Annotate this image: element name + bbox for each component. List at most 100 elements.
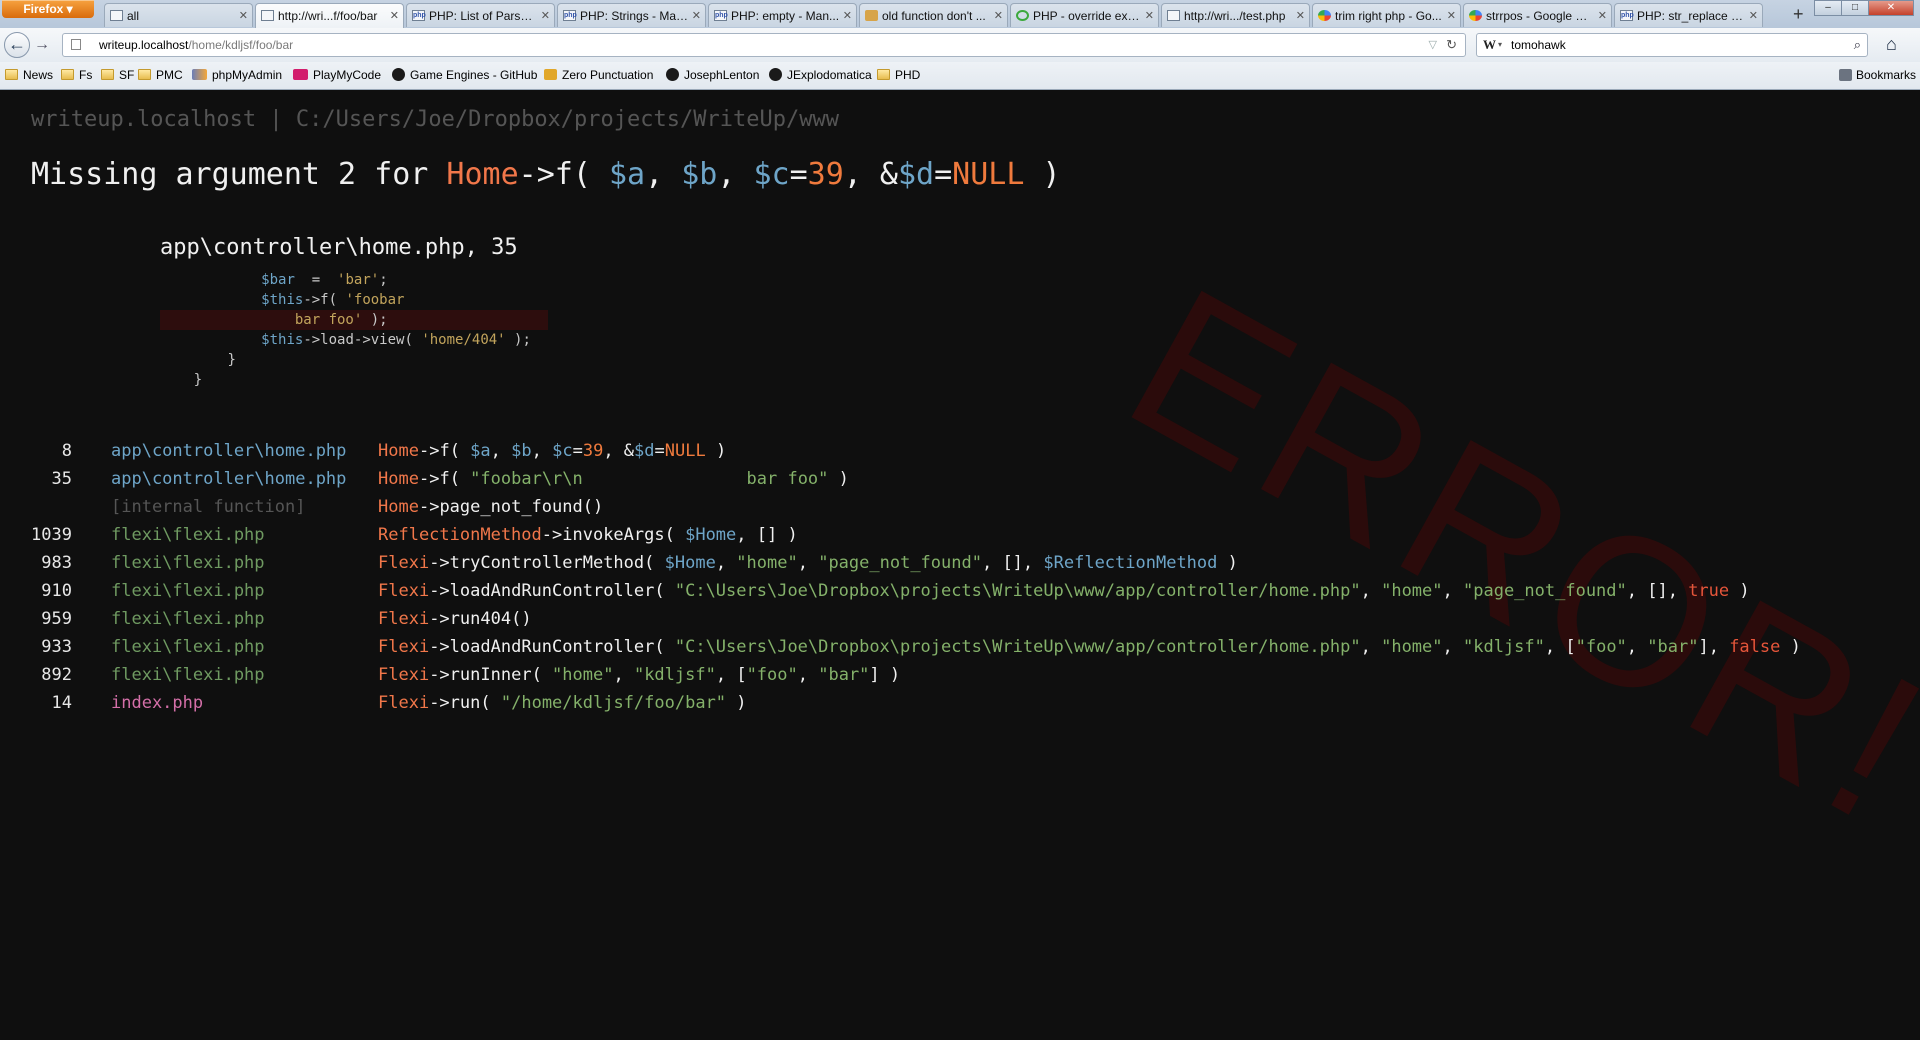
url-bar[interactable]: writeup.localhost/home/kdljsf/foo/bar ▽ … [62, 33, 1466, 57]
error-arg-d: $d [897, 157, 935, 192]
call-token: , [1360, 581, 1382, 601]
bookmark-item[interactable]: PHD [877, 62, 920, 89]
reload-icon[interactable]: ↻ [1446, 34, 1457, 56]
call-token: , [], [981, 553, 1044, 573]
maximize-button[interactable]: □ [1841, 0, 1869, 16]
search-engine-dropdown-icon[interactable]: ▾ [1498, 34, 1502, 56]
code-line: } [160, 370, 548, 390]
playmycode-icon [293, 69, 308, 81]
frame-file: flexi\flexi.php [111, 637, 265, 657]
bookmark-item[interactable]: PMC [138, 62, 183, 89]
close-tab-icon[interactable]: ✕ [1749, 4, 1758, 27]
call-token: () [582, 497, 604, 517]
browser-tab[interactable]: trim right php - Go... ✕ [1312, 3, 1461, 27]
bookmark-item[interactable]: SF [101, 62, 134, 89]
close-tab-icon[interactable]: ✕ [692, 4, 701, 27]
bookmark-item[interactable]: phpMyAdmin [192, 62, 282, 89]
browser-tab[interactable]: php PHP: List of Parser ... ✕ [406, 3, 555, 27]
stack-frame: [internal function] Home->page_not_found(… [0, 493, 1900, 521]
error-message: Missing argument 2 for Home->f( $a, $b, … [31, 157, 1061, 192]
close-tab-icon[interactable]: ✕ [390, 4, 399, 28]
url-path: /home/kdljsf/foo/bar [188, 38, 294, 52]
call-token: -> [418, 469, 440, 489]
browser-tab[interactable]: http://wri...f/foo/bar ✕ [255, 3, 404, 28]
tab-label: trim right php - Go... [1335, 9, 1442, 23]
frame-call: Home->f( "foobar\r\n bar foo" ) [378, 465, 849, 493]
code-token: bar foo' [294, 312, 363, 328]
call-token: -> [429, 609, 450, 629]
call-token: , [] ) [736, 525, 798, 545]
url-text[interactable]: writeup.localhost/home/kdljsf/foo/bar [99, 34, 293, 56]
close-tab-icon[interactable]: ✕ [1145, 4, 1154, 27]
dropdown-arrow-icon[interactable]: ▽ [1429, 34, 1437, 56]
browser-tab[interactable]: old function don't ... ✕ [859, 3, 1008, 27]
call-token: ) [828, 469, 849, 489]
call-token: run404 [449, 609, 512, 629]
call-token: "home" [736, 553, 798, 573]
error-page: ERROR! writeup.localhost | C:/Users/Joe/… [0, 90, 1920, 1040]
code-line: } [160, 350, 548, 370]
close-tab-icon[interactable]: ✕ [1447, 4, 1456, 27]
error-method: f [554, 157, 573, 192]
frame-file: flexi\flexi.php [111, 609, 265, 629]
call-token: ] ) [869, 665, 901, 685]
call-token: ) [1217, 553, 1238, 573]
frame-line-number: 910 [41, 581, 72, 601]
bookmark-item[interactable]: JExplodomatica [769, 62, 872, 89]
wikipedia-icon[interactable]: W [1483, 34, 1496, 56]
browser-tab[interactable]: PHP - override exis... ✕ [1010, 3, 1159, 27]
close-tab-icon[interactable]: ✕ [994, 4, 1003, 27]
php-icon: php [714, 10, 728, 21]
error-sep-2: , [717, 157, 754, 192]
forward-button[interactable]: → [34, 36, 50, 54]
close-tab-icon[interactable]: ✕ [1598, 4, 1607, 27]
back-button[interactable]: ← [4, 32, 30, 58]
close-tab-icon[interactable]: ✕ [239, 4, 248, 27]
close-tab-icon[interactable]: ✕ [843, 4, 852, 27]
frame-line-number: 35 [51, 469, 72, 489]
call-token: ) [726, 693, 747, 713]
bookmark-label: News [23, 68, 54, 82]
browser-tab[interactable]: php PHP: empty - Man... ✕ [708, 3, 857, 27]
bookmark-item[interactable]: JosephLenton [666, 62, 759, 89]
folder-icon [138, 69, 151, 81]
tab-label: all [127, 9, 140, 23]
browser-tab[interactable]: php PHP: str_replace - ... ✕ [1614, 3, 1763, 27]
browser-tab[interactable]: strrpos - Google Se... ✕ [1463, 3, 1612, 27]
bookmark-item[interactable]: Zero Punctuation [544, 62, 653, 89]
search-bar[interactable]: W ▾ tomohawk ⌕ [1476, 33, 1868, 57]
new-tab-button[interactable]: + [1793, 4, 1804, 24]
bookmarks-menu-label: Bookmarks [1855, 68, 1916, 82]
call-token: Flexi [378, 609, 430, 629]
browser-tab[interactable]: http://wri.../test.php ✕ [1161, 3, 1310, 27]
call-token: -> [418, 497, 440, 517]
site-identity-icon[interactable] [71, 39, 81, 50]
close-tab-icon[interactable]: ✕ [1296, 4, 1305, 27]
call-token: -> [429, 693, 450, 713]
search-input[interactable]: tomohawk [1511, 34, 1566, 56]
bookmark-item[interactable]: Game Engines - GitHub [392, 62, 537, 89]
minimize-button[interactable]: – [1814, 0, 1842, 16]
code-token: ->f( [303, 292, 346, 308]
close-tab-icon[interactable]: ✕ [541, 4, 550, 27]
call-token: invokeArgs [562, 525, 665, 545]
search-icon[interactable]: ⌕ [1854, 34, 1861, 56]
call-token: "page_not_found" [818, 553, 982, 573]
bookmark-item[interactable]: Fs [61, 62, 92, 89]
browser-tab[interactable]: php PHP: Strings - Man... ✕ [557, 3, 706, 27]
error-ampersand: & [879, 157, 898, 192]
close-window-button[interactable]: ✕ [1868, 0, 1914, 16]
bookmark-item[interactable]: PlayMyCode [293, 62, 381, 89]
home-icon[interactable]: ⌂ [1886, 34, 1897, 54]
tab-label: http://wri...f/foo/bar [278, 9, 378, 23]
firefox-menu-button[interactable]: Firefox ▾ [2, 0, 94, 18]
tab-label: old function don't ... [882, 9, 986, 23]
bookmark-item[interactable]: News [5, 62, 53, 89]
call-token: ( [480, 693, 501, 713]
browser-tab[interactable]: all ✕ [104, 3, 253, 27]
call-token: , & [603, 441, 635, 461]
call-token: $Home [664, 553, 716, 573]
bookmarks-menu-button[interactable]: Bookmarks [1838, 62, 1916, 89]
frame-line-number: 1039 [31, 525, 72, 545]
